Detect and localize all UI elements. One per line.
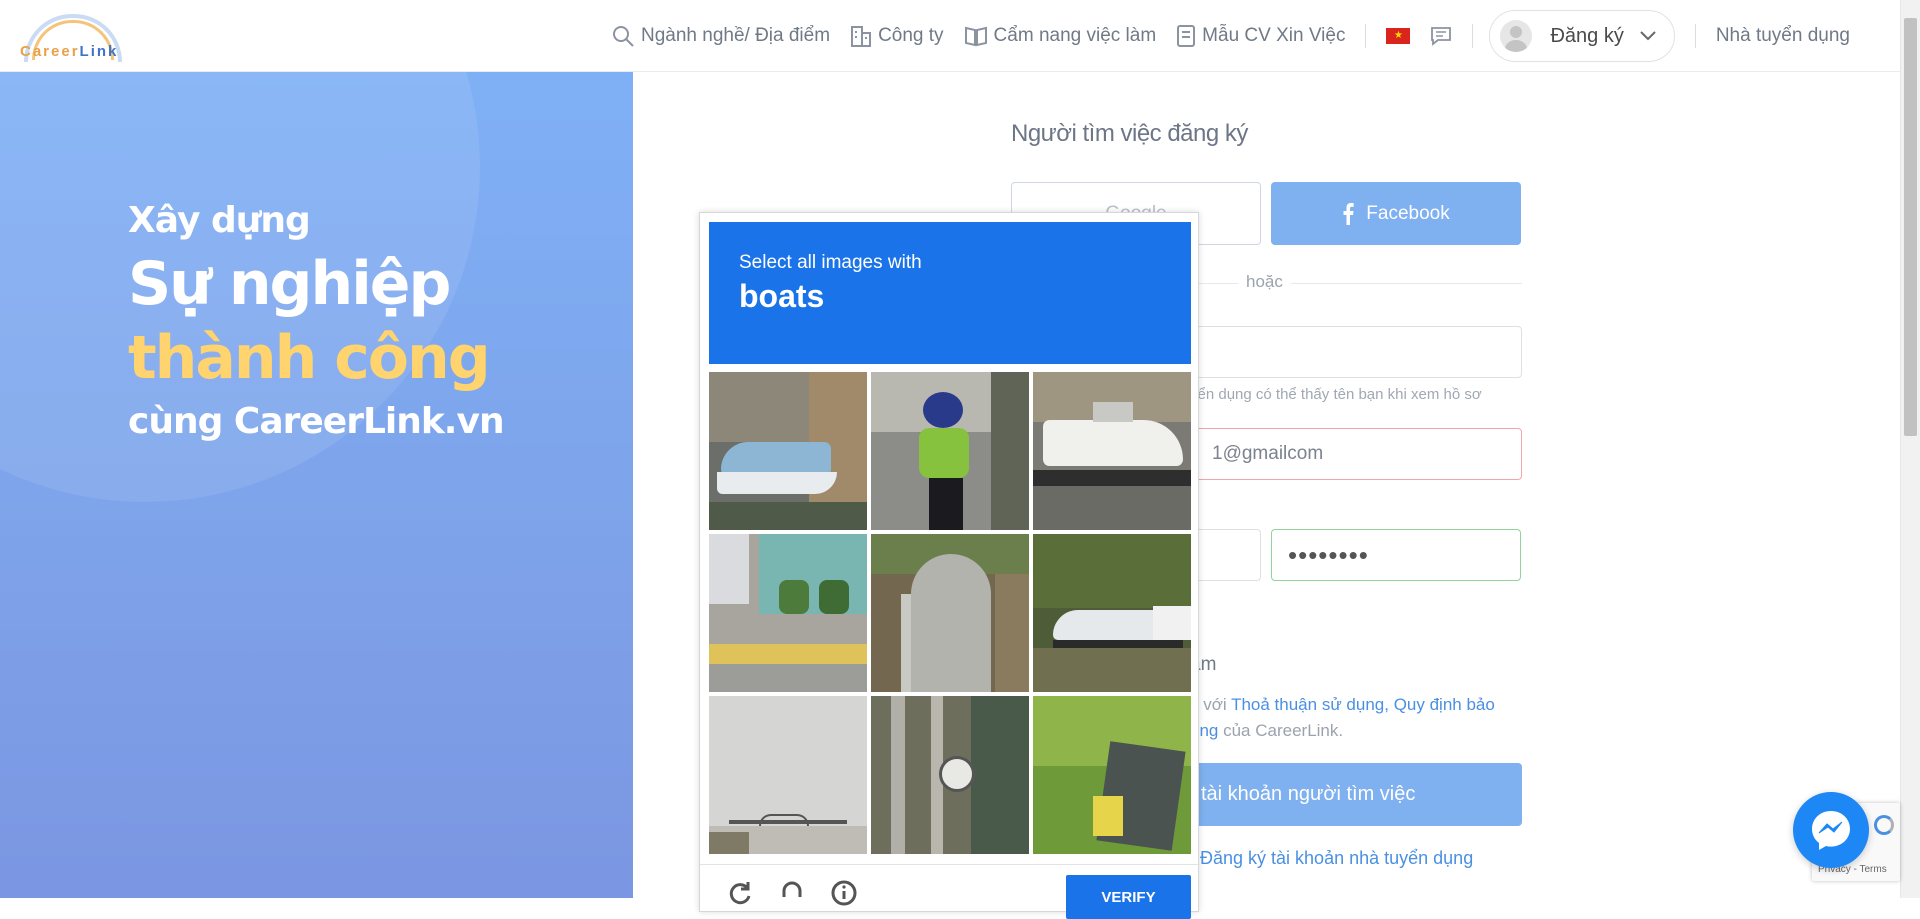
employer-register-link[interactable]: Đăng ký tài khoản nhà tuyển dụng	[1200, 848, 1473, 869]
terms-of-use-link[interactable]: Thoả thuận sử dụng	[1231, 695, 1384, 714]
careerlink-logo[interactable]: CareerLink	[18, 12, 128, 64]
hero-line-1: Xây dựng	[128, 200, 311, 241]
nav-label: Cẩm nang việc làm	[993, 25, 1157, 46]
nav-label: Ngành nghề/ Địa điểm	[640, 25, 831, 46]
chat-icon[interactable]	[1430, 26, 1452, 46]
nav-employer[interactable]: Nhà tuyển dụng	[1716, 25, 1850, 47]
facebook-icon	[1343, 202, 1354, 225]
captcha-header: Select all images with boats	[709, 222, 1191, 364]
nav-divider	[1472, 24, 1474, 48]
employer-label: Nhà tuyển dụng	[1715, 25, 1850, 46]
hero-line-2: Sự nghiệp	[128, 249, 451, 319]
page-scrollbar[interactable]	[1900, 0, 1920, 898]
page-title: Người tìm việc đăng ký	[1011, 120, 1248, 147]
hero-slogan: Xây dựng Sự nghiệp thành công cùng Caree…	[128, 200, 505, 442]
verify-button[interactable]: VERIFY	[1066, 875, 1191, 919]
nav-career-guide[interactable]: Cẩm nang việc làm	[964, 25, 1157, 47]
audio-icon[interactable]	[778, 879, 806, 907]
main-nav: Ngành nghề/ Địa điểm Công ty Cẩm nang vi…	[591, 0, 1850, 72]
motorcycle-rider-tile[interactable]	[871, 372, 1029, 530]
river-bridge-tile[interactable]	[709, 696, 867, 854]
recaptcha-icon	[1874, 815, 1894, 835]
email-value: 1@gmailcom	[1212, 443, 1324, 464]
nav-divider	[1365, 24, 1367, 48]
avatar	[1500, 20, 1533, 52]
submit-label: tài khoản người tìm việc	[1201, 783, 1416, 805]
nav-companies[interactable]: Công ty	[850, 24, 944, 48]
captcha-footer: VERIFY	[700, 864, 1200, 919]
curved-road-tile[interactable]	[871, 534, 1029, 692]
search-icon	[612, 26, 634, 47]
book-icon	[964, 26, 987, 47]
captcha-tools	[726, 879, 882, 907]
captcha-image-grid	[709, 372, 1191, 854]
terms-text: ý với Thoả thuận sử dụng, Quy định bảo ô…	[1190, 695, 1495, 740]
captcha-challenge: Select all images with boats VERIFY	[699, 212, 1200, 919]
info-icon[interactable]	[830, 879, 858, 907]
register-label: Đăng ký	[1550, 24, 1624, 47]
nav-jobs-location[interactable]: Ngành nghề/ Địa điểm	[611, 24, 830, 48]
building-icon	[851, 26, 872, 47]
captcha-target: boats	[739, 278, 825, 314]
scrollbar-thumb[interactable]	[1904, 18, 1917, 436]
messenger-chat-button[interactable]	[1793, 792, 1869, 868]
street-sign-pole-tile[interactable]	[871, 696, 1029, 854]
or-separator: hoặc	[1238, 272, 1291, 292]
sidewalk-street-tile[interactable]	[709, 534, 867, 692]
messenger-icon	[1812, 811, 1850, 850]
privacy-policy-link[interactable]: Quy định bảo	[1394, 695, 1495, 714]
hero-line-4: cùng CareerLink.vn	[128, 401, 505, 442]
refresh-icon[interactable]	[726, 879, 754, 907]
document-icon	[1177, 25, 1196, 47]
register-dropdown[interactable]: Đăng ký	[1489, 10, 1675, 62]
trash-bin-grass-tile[interactable]	[1033, 696, 1191, 854]
boat-on-trailer-tile[interactable]	[1033, 372, 1191, 530]
nav-divider	[1694, 24, 1696, 48]
captcha-instruction: Select all images with	[739, 252, 922, 273]
boat-on-trailer-field-tile[interactable]	[1033, 534, 1191, 692]
top-header: CareerLink Ngành nghề/ Địa điểm Công ty …	[0, 0, 1900, 72]
hero-line-3: thành công	[128, 323, 491, 393]
boat-under-tarp-tile[interactable]	[709, 372, 867, 530]
chevron-down-icon	[1640, 31, 1656, 41]
nav-cv-templates[interactable]: Mẫu CV Xin Việc	[1176, 24, 1345, 48]
facebook-label: Facebook	[1366, 202, 1450, 224]
nav-label: Công ty	[878, 25, 944, 46]
confirm-password-field[interactable]: ••••••••	[1271, 529, 1521, 581]
password-mask: ••••••••	[1288, 539, 1369, 570]
name-hint: yển dụng có thể thấy tên bạn khi xem hồ …	[1190, 386, 1482, 403]
logo-text: CareerLink	[20, 43, 119, 60]
hero-banner: Xây dựng Sự nghiệp thành công cùng Caree…	[0, 72, 633, 898]
vietnam-flag-icon[interactable]: ★	[1386, 28, 1411, 44]
nav-label: Mẫu CV Xin Việc	[1202, 25, 1346, 46]
facebook-signup-button[interactable]: Facebook	[1271, 182, 1521, 245]
